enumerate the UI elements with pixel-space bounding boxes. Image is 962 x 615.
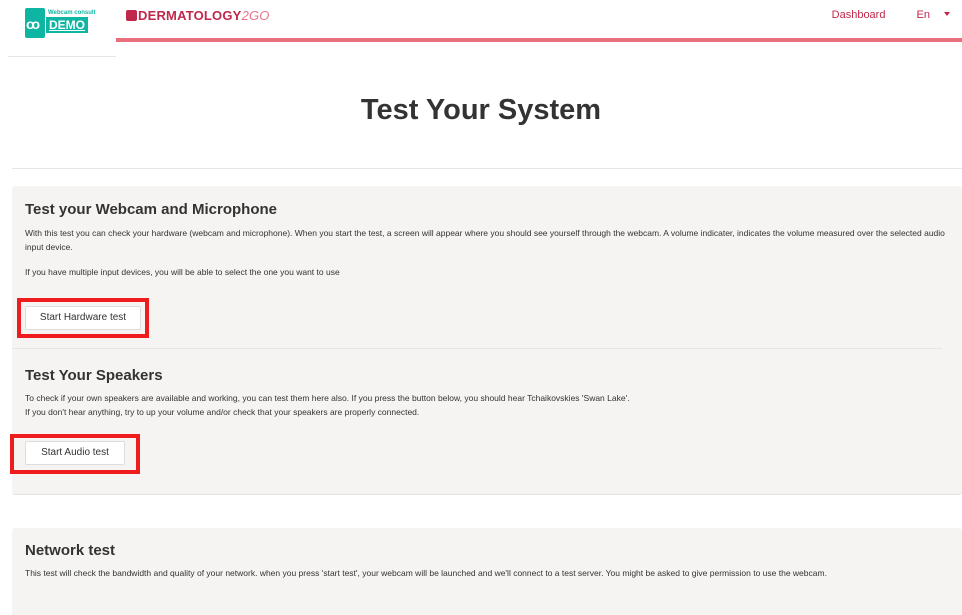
speakers-heading: Test Your Speakers <box>25 367 163 384</box>
logo-demo-label[interactable]: DEMO <box>46 17 88 33</box>
network-heading: Network test <box>25 542 116 559</box>
start-hardware-test-button[interactable]: Start Hardware test <box>25 306 141 330</box>
section-divider <box>12 348 942 349</box>
language-label: En <box>916 9 930 21</box>
title-divider <box>12 168 962 169</box>
brand-logo: DERMATOLOGY2GO <box>126 8 270 23</box>
logo-glasses-icon: oo <box>26 16 40 32</box>
hardware-heading: Test your Webcam and Microphone <box>25 201 277 218</box>
speakers-line-2: If you don't hear anything, try to up yo… <box>25 407 420 417</box>
speakers-line-1: To check if your own speakers are availa… <box>25 393 630 403</box>
brand-cube-icon <box>126 10 137 21</box>
start-audio-test-button[interactable]: Start Audio test <box>25 441 125 465</box>
brand-suffix: 2GO <box>241 8 270 23</box>
chevron-down-icon <box>944 12 950 16</box>
logo-subtitle: Webcam consult <box>48 10 96 16</box>
nav-dashboard-link[interactable]: Dashboard <box>832 9 886 21</box>
top-nav: Dashboard En <box>818 9 950 21</box>
language-dropdown[interactable]: En <box>903 9 950 21</box>
hardware-description: With this test you can check your hardwa… <box>25 228 945 252</box>
page-title: Test Your System <box>360 94 602 126</box>
hardware-note: If you have multiple input devices, you … <box>25 267 340 277</box>
brand-divider <box>116 38 962 42</box>
brand-name: DERMATOLOGY <box>138 8 242 23</box>
network-description: This test will check the bandwidth and q… <box>25 568 827 578</box>
logo[interactable]: oo Webcam consult DEMO <box>8 0 116 57</box>
